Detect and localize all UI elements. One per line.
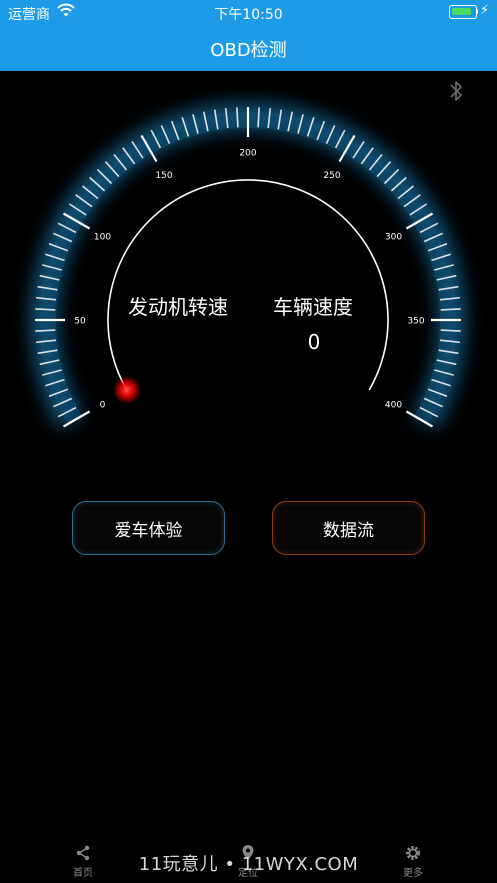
gauge-glow-arc bbox=[30, 102, 466, 429]
gauge-tick-label: 0 bbox=[100, 401, 106, 411]
gauge-minor-tick bbox=[257, 107, 260, 128]
page-title: OBD检测 bbox=[210, 39, 287, 61]
gauge-minor-tick bbox=[35, 308, 56, 311]
vehicle-speed-value: 0 bbox=[307, 330, 321, 354]
gauge-inner-arc bbox=[107, 179, 389, 391]
speed-gauge: 0 50 100 150 200 250 300 350 400 bbox=[30, 102, 466, 429]
gauge-tick-labels: 0 50 100 150 200 250 300 350 400 bbox=[74, 149, 425, 411]
gauge-tick-label: 50 bbox=[74, 317, 86, 327]
gauge-minor-tick bbox=[440, 308, 461, 311]
gauge-tick-label: 200 bbox=[239, 149, 256, 159]
gauge-tick-label: 400 bbox=[385, 401, 402, 411]
gauge-minor-tick bbox=[440, 329, 461, 332]
charging-bolt-icon: ⚡ bbox=[480, 3, 490, 18]
gauge-tick-label: 300 bbox=[385, 233, 402, 243]
engine-rpm-label: 发动机转速 bbox=[128, 295, 228, 319]
watermark-text: 11玩意儿 • 11WYX.COM bbox=[138, 854, 359, 875]
gauge-minor-tick bbox=[35, 329, 56, 332]
battery-icon bbox=[449, 5, 478, 19]
gauge-tick-label: 150 bbox=[155, 171, 172, 181]
gauge-tick-label: 250 bbox=[323, 171, 340, 181]
vehicle-speed-label: 车辆速度 bbox=[273, 295, 353, 319]
car-experience-button[interactable]: 爱车体验 bbox=[72, 501, 225, 555]
gauge-minor-tick bbox=[236, 107, 239, 128]
gauge-tick-label: 100 bbox=[94, 233, 111, 243]
gauge-needle-dot bbox=[112, 376, 141, 404]
status-bar: 运营商 下午10:50 ⚡ bbox=[0, 0, 497, 26]
gauge-tick-label: 350 bbox=[407, 317, 424, 327]
nav-bar: OBD检测 bbox=[0, 26, 497, 71]
status-time: 下午10:50 bbox=[214, 7, 283, 23]
battery-level bbox=[452, 8, 471, 15]
data-stream-button[interactable]: 数据流 bbox=[272, 501, 425, 555]
